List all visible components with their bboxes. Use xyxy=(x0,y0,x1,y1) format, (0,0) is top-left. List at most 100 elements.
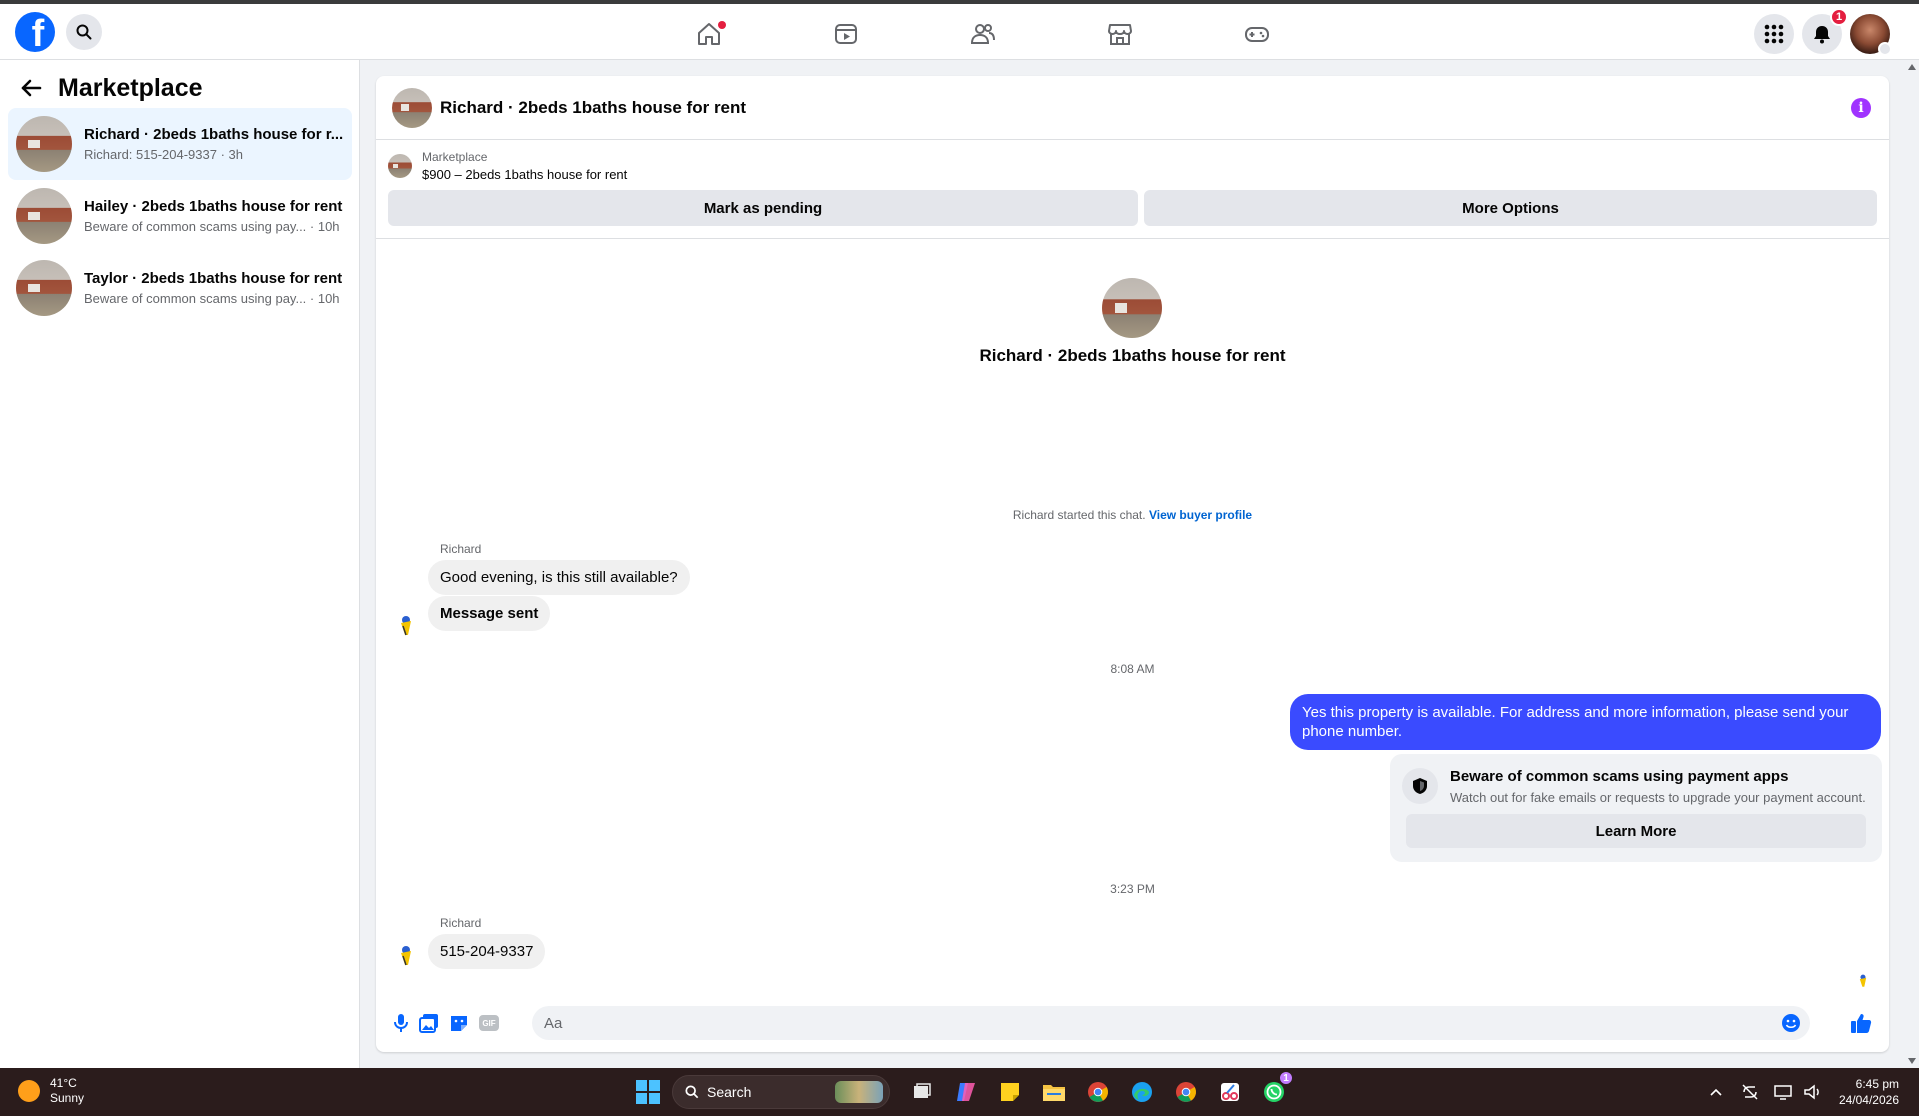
read-receipt-avatar xyxy=(1854,972,1872,990)
taskbar-search-label: Search xyxy=(707,1084,752,1100)
system-clock[interactable]: 6:45 pm 24/04/2026 xyxy=(1839,1076,1899,1108)
menu-button[interactable] xyxy=(1754,14,1794,54)
windows-taskbar: 41°C Sunny Search 1 6:45 pm 24/04/2026 xyxy=(0,1068,1919,1116)
conversation-richard[interactable]: Richard · 2beds 1baths house for r... Ri… xyxy=(8,108,352,180)
weather-temperature: 41°C xyxy=(50,1076,77,1090)
chat-header-title[interactable]: Richard · 2beds 1baths house for rent xyxy=(440,98,746,118)
more-options-button[interactable]: More Options xyxy=(1144,190,1877,226)
conversation-preview: Richard: 515-204-9337 · 3h xyxy=(84,147,243,162)
back-arrow-icon[interactable] xyxy=(20,78,42,98)
outgoing-message[interactable]: Yes this property is available. For addr… xyxy=(1290,694,1881,750)
timestamp-divider: 3:23 PM xyxy=(1110,882,1155,896)
mark-as-pending-button[interactable]: Mark as pending xyxy=(388,190,1138,226)
network-icon[interactable] xyxy=(1773,1083,1793,1101)
marketplace-label: Marketplace xyxy=(422,150,488,164)
conversation-title: Taylor · 2beds 1baths house for rent xyxy=(84,270,343,287)
conversation-preview: Beware of common scams using pay... · 10… xyxy=(84,291,340,306)
listing-summary[interactable]: Marketplace $900 – 2beds 1baths house fo… xyxy=(388,150,627,182)
conversation-hailey[interactable]: Hailey · 2beds 1baths house for rent Bew… xyxy=(8,180,352,252)
chat-intro-thumbnail xyxy=(1102,278,1162,338)
task-view-app[interactable] xyxy=(904,1074,940,1110)
incoming-message-sent[interactable]: Message sent xyxy=(428,596,551,631)
conversation-taylor[interactable]: Taylor · 2beds 1baths house for rent Bew… xyxy=(8,252,352,324)
gaming-icon xyxy=(1244,27,1269,42)
page-scrollbar[interactable] xyxy=(1905,60,1919,1068)
system-tray: 6:45 pm 24/04/2026 xyxy=(1709,1068,1899,1116)
marketplace-sidebar: Marketplace Richard · 2beds 1baths house… xyxy=(0,60,360,1068)
task-view-icon xyxy=(914,1083,931,1098)
bell-icon xyxy=(1814,26,1830,44)
chat-header-thumbnail[interactable] xyxy=(392,87,432,128)
info-icon[interactable]: i xyxy=(1851,98,1871,118)
sender-name: Richard xyxy=(440,916,482,930)
taskbar-apps: Search 1 xyxy=(636,1070,1296,1110)
nav-friends[interactable] xyxy=(914,8,1051,60)
sun-icon xyxy=(18,1080,40,1102)
sync-off-icon[interactable] xyxy=(1741,1083,1759,1101)
buyer-avatar-icon xyxy=(401,616,411,636)
taskbar-search[interactable]: Search xyxy=(672,1075,890,1109)
scroll-down-icon[interactable] xyxy=(1908,1058,1916,1064)
home-notification-dot xyxy=(718,21,726,29)
buyer-avatar[interactable] xyxy=(392,942,420,970)
attach-photo-button[interactable] xyxy=(418,1012,440,1034)
chrome-icon xyxy=(1088,1082,1108,1102)
gif-icon: GIF xyxy=(479,1015,499,1031)
nav-home[interactable] xyxy=(640,8,777,60)
conversation-title: Hailey · 2beds 1baths house for rent xyxy=(84,198,343,215)
microphone-button[interactable] xyxy=(390,1012,412,1034)
view-buyer-profile-link[interactable]: View buyer profile xyxy=(1149,508,1252,522)
incoming-message[interactable]: 515-204-9337 xyxy=(428,934,546,969)
listing-price-title: $900 – 2beds 1baths house for rent xyxy=(422,167,628,182)
weather-widget[interactable]: 41°C Sunny xyxy=(18,1076,84,1106)
microphone-icon xyxy=(394,1014,408,1032)
sticker-button[interactable] xyxy=(448,1012,470,1034)
marketplace-icon xyxy=(1107,24,1132,45)
search-button[interactable] xyxy=(66,14,102,50)
chevron-up-icon[interactable] xyxy=(1709,1087,1723,1097)
buyer-avatar-icon xyxy=(401,946,411,966)
scam-warning-title: Beware of common scams using payment app… xyxy=(1450,768,1789,785)
notifications-button[interactable]: 1 xyxy=(1802,8,1848,54)
sticky-notes-app[interactable] xyxy=(992,1074,1028,1110)
grid-menu-icon xyxy=(1764,24,1784,44)
nav-video[interactable] xyxy=(777,8,914,60)
chat-panel: Richard · 2beds 1baths house for rent i … xyxy=(376,76,1889,1052)
snipping-tool-app[interactable] xyxy=(1212,1074,1248,1110)
search-icon xyxy=(685,1085,699,1099)
buyer-avatar[interactable] xyxy=(392,612,420,640)
chat-started-notice: Richard started this chat. View buyer pr… xyxy=(376,508,1889,522)
chrome-app[interactable] xyxy=(1168,1074,1204,1110)
conversation-title: Richard · 2beds 1baths house for r... xyxy=(84,126,344,143)
edge-app[interactable] xyxy=(1124,1074,1160,1110)
message-input[interactable] xyxy=(532,1006,1810,1040)
conversation-preview: Beware of common scams using pay... · 10… xyxy=(84,219,340,234)
file-explorer-app[interactable] xyxy=(1036,1074,1072,1110)
sticker-icon xyxy=(451,1016,467,1031)
learn-more-button[interactable]: Learn More xyxy=(1406,814,1866,848)
whatsapp-app[interactable]: 1 xyxy=(1256,1070,1294,1110)
facebook-logo-icon[interactable]: f xyxy=(15,12,55,52)
like-button[interactable] xyxy=(1850,1012,1872,1034)
emoji-button[interactable] xyxy=(1780,1012,1802,1034)
emoji-icon xyxy=(1782,1014,1800,1032)
volume-icon[interactable] xyxy=(1803,1083,1823,1101)
chat-started-text: Richard started this chat. xyxy=(1012,508,1146,522)
whatsapp-badge: 1 xyxy=(1278,1070,1294,1086)
incoming-message[interactable]: Good evening, is this still available? xyxy=(428,560,690,595)
nav-marketplace[interactable] xyxy=(1051,8,1188,60)
profile-avatar[interactable] xyxy=(1850,14,1892,56)
notification-badge: 1 xyxy=(1830,8,1848,26)
gif-button[interactable]: GIF xyxy=(478,1012,500,1034)
windows-start-icon[interactable] xyxy=(636,1080,660,1104)
read-receipt-icon xyxy=(1859,974,1867,987)
scroll-up-icon[interactable] xyxy=(1908,64,1916,70)
shield-icon xyxy=(1402,768,1438,804)
copilot-app[interactable] xyxy=(948,1074,984,1110)
chrome-profile-app[interactable] xyxy=(1080,1074,1116,1110)
chat-header: Richard · 2beds 1baths house for rent i xyxy=(376,76,1889,140)
timestamp-divider: 8:08 AM xyxy=(1110,662,1155,676)
nav-gaming[interactable] xyxy=(1188,8,1325,60)
folder-icon xyxy=(1043,1085,1065,1101)
account-chevron-down-icon[interactable] xyxy=(1878,42,1892,56)
